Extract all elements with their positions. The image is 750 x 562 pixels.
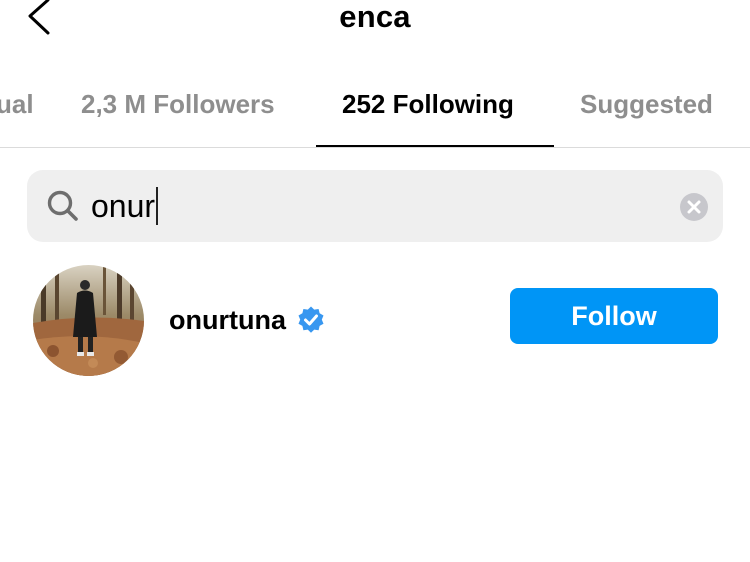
- top-bar: enca: [0, 0, 750, 40]
- tab-following[interactable]: 252 Following: [342, 70, 514, 147]
- tab-followers[interactable]: 2,3 M Followers: [81, 70, 275, 147]
- active-tab-indicator: [316, 145, 554, 147]
- username[interactable]: onurtuna: [169, 304, 286, 336]
- search-icon: [47, 190, 78, 221]
- user-list-item[interactable]: onurtuna Follow: [0, 262, 750, 378]
- avatar[interactable]: [33, 265, 144, 376]
- follow-button[interactable]: Follow: [510, 288, 718, 344]
- text-caret: [156, 187, 159, 225]
- page-title: enca: [339, 0, 411, 34]
- search-input[interactable]: onur: [91, 184, 159, 228]
- follow-tabs: ual 2,3 M Followers 252 Following Sugges…: [0, 70, 750, 148]
- clear-icon: [687, 200, 701, 214]
- search-input-value: onur: [91, 188, 156, 224]
- search-bar[interactable]: onur: [27, 170, 723, 242]
- verified-badge-icon: [298, 306, 324, 333]
- tab-suggested[interactable]: Suggested: [580, 70, 713, 147]
- tab-partial[interactable]: ual: [0, 70, 34, 147]
- clear-search-button[interactable]: [680, 193, 708, 221]
